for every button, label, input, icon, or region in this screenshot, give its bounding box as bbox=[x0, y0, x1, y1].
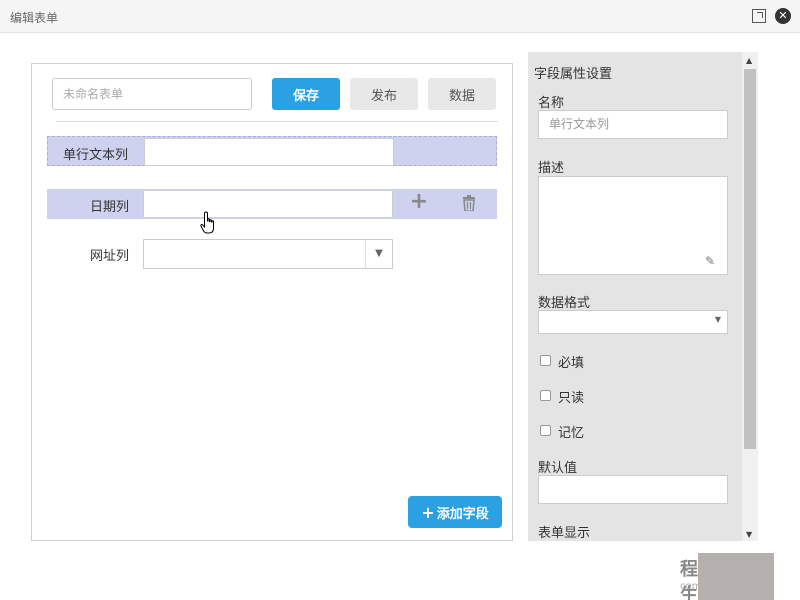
field-row-text[interactable]: 单行文本列 bbox=[47, 136, 497, 166]
name-input[interactable]: 单行文本列 bbox=[538, 110, 728, 139]
readonly-checkbox[interactable] bbox=[540, 390, 551, 401]
field-properties-panel: 字段属性设置 名称 单行文本列 描述 ✎ 数据格式 ▼ 必填 只读 记忆 默认值… bbox=[528, 52, 742, 541]
dialog-titlebar: 编辑表单 ✕ bbox=[0, 0, 800, 33]
add-field-label: 添加字段 bbox=[436, 506, 489, 522]
field-row-url[interactable]: 网址列 ▼ bbox=[47, 238, 497, 269]
properties-scrollbar[interactable]: ▲ ▼ bbox=[742, 52, 758, 541]
scrollbar-thumb[interactable] bbox=[744, 69, 756, 449]
hand-cursor-icon bbox=[200, 211, 214, 234]
default-value-label: 默认值 bbox=[538, 461, 578, 476]
field-row-date[interactable]: 日期列 + bbox=[47, 189, 497, 219]
edit-icon[interactable]: ✎ bbox=[705, 254, 719, 268]
scroll-up-icon[interactable]: ▲ bbox=[746, 56, 752, 65]
scroll-down-icon[interactable]: ▼ bbox=[746, 530, 752, 539]
date-field-input[interactable] bbox=[143, 190, 393, 218]
default-value-input[interactable] bbox=[538, 475, 728, 504]
data-button[interactable]: 数据 bbox=[428, 78, 496, 110]
plus-icon: + bbox=[421, 502, 435, 522]
name-label: 名称 bbox=[538, 96, 565, 111]
field-label: 网址列 bbox=[89, 249, 129, 264]
field-label: 单行文本列 bbox=[62, 148, 128, 163]
readonly-label: 只读 bbox=[558, 391, 585, 406]
description-label: 描述 bbox=[538, 161, 565, 176]
plus-icon[interactable]: + bbox=[409, 191, 429, 213]
chevron-down-icon[interactable]: ▼ bbox=[365, 240, 392, 268]
watermark: 程 生 com.cn bbox=[676, 553, 800, 600]
text-field-input[interactable] bbox=[144, 138, 394, 166]
close-icon[interactable]: ✕ bbox=[775, 8, 791, 24]
url-field-select[interactable]: ▼ bbox=[143, 239, 393, 269]
trash-icon[interactable] bbox=[459, 193, 479, 213]
dialog-title: 编辑表单 bbox=[10, 11, 59, 25]
chevron-down-icon[interactable]: ▼ bbox=[715, 315, 721, 324]
description-textarea[interactable]: ✎ bbox=[538, 176, 728, 275]
form-display-label: 表单显示 bbox=[538, 526, 591, 541]
publish-button[interactable]: 发布 bbox=[350, 78, 418, 110]
add-field-button[interactable]: + 添加字段 bbox=[408, 496, 502, 528]
watermark-block bbox=[698, 553, 774, 600]
data-format-select[interactable]: ▼ bbox=[538, 310, 728, 334]
data-format-label: 数据格式 bbox=[538, 296, 591, 311]
maximize-icon[interactable] bbox=[752, 9, 766, 23]
required-label: 必填 bbox=[558, 356, 585, 371]
divider bbox=[56, 121, 498, 122]
properties-heading: 字段属性设置 bbox=[534, 67, 613, 82]
remember-checkbox[interactable] bbox=[540, 425, 551, 436]
remember-label: 记忆 bbox=[558, 426, 585, 441]
form-name-input[interactable] bbox=[52, 78, 252, 110]
form-editor-panel: 保存 发布 数据 单行文本列 日期列 + 网址列 ▼ +添加字段 bbox=[31, 63, 513, 541]
save-button[interactable]: 保存 bbox=[272, 78, 340, 110]
field-label: 日期列 bbox=[89, 200, 129, 215]
required-checkbox[interactable] bbox=[540, 355, 551, 366]
